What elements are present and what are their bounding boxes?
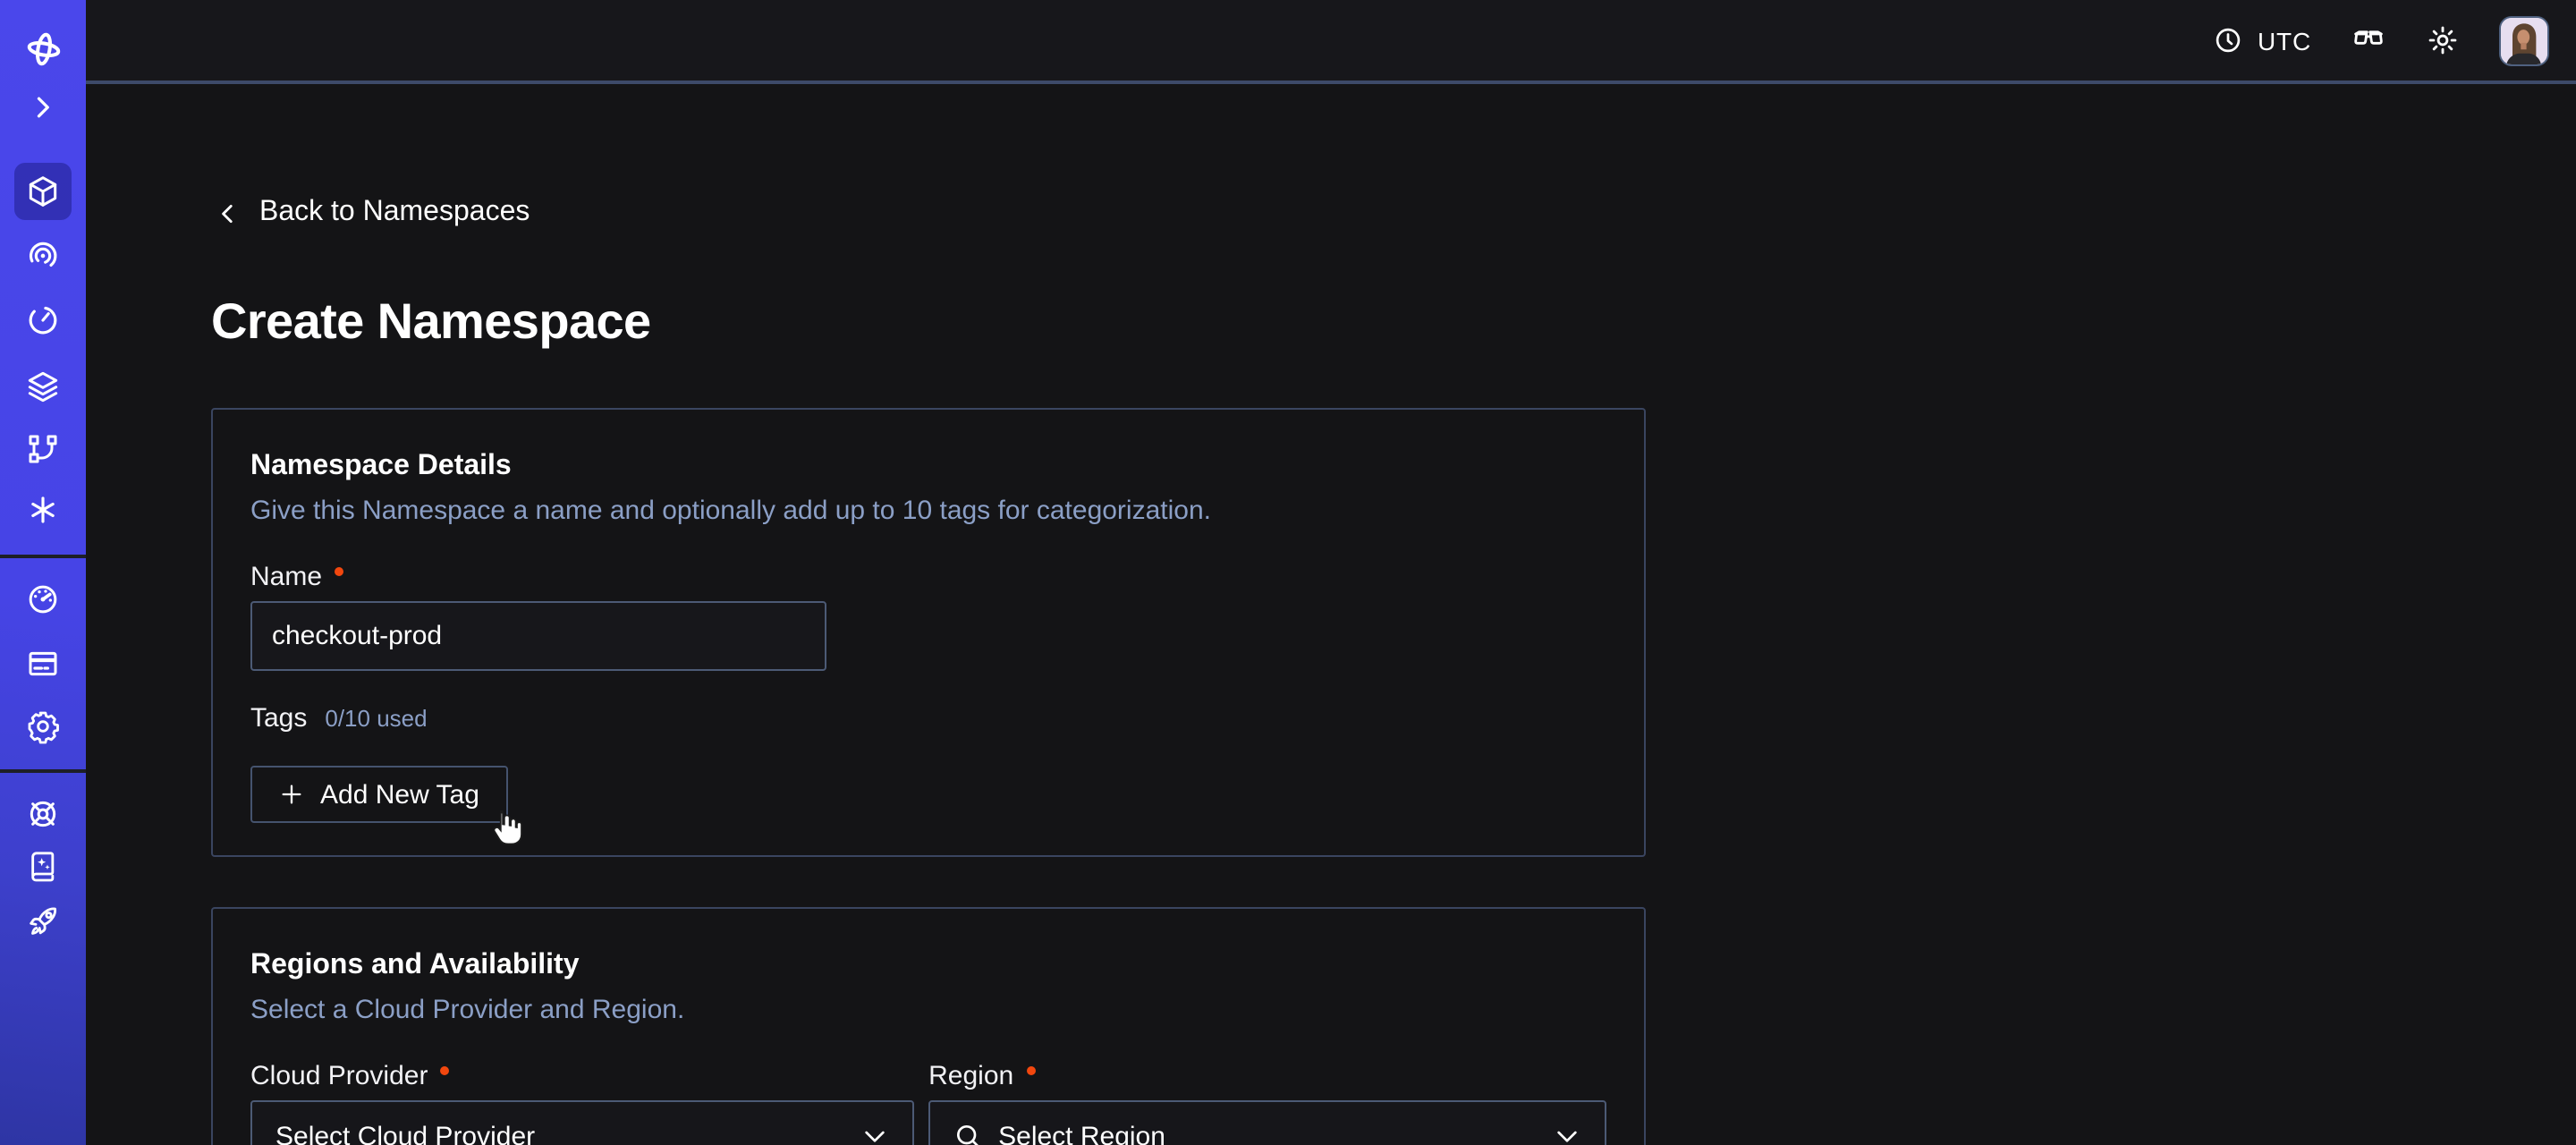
sidebar-item-getting-started[interactable] bbox=[14, 893, 72, 950]
cloud-provider-label: Cloud Provider bbox=[250, 1060, 428, 1090]
back-to-namespaces-link[interactable]: Back to Namespaces bbox=[216, 197, 530, 229]
page-title: Create Namespace bbox=[211, 293, 651, 351]
sidebar-item-support[interactable] bbox=[14, 785, 72, 843]
tags-label: Tags bbox=[250, 703, 307, 734]
namespace-name-input[interactable] bbox=[250, 601, 826, 671]
sidebar-item-namespaces[interactable] bbox=[14, 163, 72, 220]
regions-availability-card: Regions and Availability Select a Cloud … bbox=[211, 907, 1646, 1145]
required-dot bbox=[440, 1065, 449, 1074]
add-new-tag-label: Add New Tag bbox=[320, 779, 479, 810]
add-new-tag-button[interactable]: Add New Tag bbox=[250, 766, 508, 823]
name-label-row: Name bbox=[250, 558, 1606, 594]
name-label: Name bbox=[250, 561, 322, 591]
region-label: Region bbox=[928, 1060, 1013, 1090]
card-title: Regions and Availability bbox=[250, 948, 1606, 984]
temporal-logo[interactable] bbox=[14, 20, 72, 77]
sidebar bbox=[0, 0, 86, 1145]
sidebar-item-usage[interactable] bbox=[14, 571, 72, 628]
user-avatar[interactable] bbox=[2499, 15, 2549, 65]
search-icon bbox=[953, 1122, 982, 1145]
region-label-row: Region bbox=[928, 1057, 1606, 1093]
sidebar-item-settings[interactable] bbox=[14, 698, 72, 755]
wheel-icon bbox=[25, 796, 61, 832]
branch-icon bbox=[25, 431, 61, 467]
create-namespace-page: UTC bbox=[0, 0, 2576, 1145]
sidebar-item-nexus[interactable] bbox=[14, 481, 72, 539]
timezone-label: UTC bbox=[2258, 26, 2311, 55]
back-link-label: Back to Namespaces bbox=[259, 197, 530, 229]
chevron-left-icon bbox=[216, 199, 240, 226]
gauge-icon bbox=[25, 581, 61, 617]
sidebar-item-layers[interactable] bbox=[14, 358, 72, 415]
chevron-down-icon bbox=[860, 1122, 889, 1145]
labs-mode-button[interactable] bbox=[2351, 22, 2386, 58]
chevron-down-icon bbox=[1553, 1122, 1581, 1145]
spiral-icon bbox=[25, 238, 61, 274]
sidebar-item-workflows[interactable] bbox=[14, 227, 72, 284]
chevron-right-icon bbox=[27, 91, 59, 123]
glasses-icon bbox=[2351, 22, 2386, 58]
plus-icon bbox=[279, 782, 304, 807]
temporal-logo-icon bbox=[22, 28, 64, 69]
topbar-actions: UTC bbox=[2213, 0, 2549, 81]
sidebar-item-deployments[interactable] bbox=[14, 420, 72, 478]
required-dot bbox=[1026, 1065, 1035, 1074]
gear-icon bbox=[25, 708, 61, 744]
cloud-provider-placeholder: Select Cloud Provider bbox=[275, 1121, 535, 1145]
tags-label-row: Tags 0/10 used bbox=[250, 703, 1606, 739]
namespace-details-card: Namespace Details Give this Namespace a … bbox=[211, 408, 1646, 857]
clock-icon bbox=[2213, 25, 2243, 55]
required-dot bbox=[335, 566, 343, 575]
avatar-image bbox=[2501, 17, 2547, 64]
timezone-button[interactable]: UTC bbox=[2213, 25, 2311, 55]
sidebar-item-billing[interactable] bbox=[14, 635, 72, 692]
rocket-icon bbox=[25, 903, 61, 939]
cloud-provider-select[interactable]: Select Cloud Provider bbox=[250, 1100, 914, 1145]
sidebar-divider bbox=[0, 769, 86, 773]
theme-toggle-button[interactable] bbox=[2426, 23, 2460, 57]
asterisk-icon bbox=[25, 492, 61, 528]
region-form-columns: Cloud Provider Select Cloud Provider Reg… bbox=[250, 1057, 1606, 1145]
cube-icon bbox=[25, 174, 61, 209]
sidebar-divider bbox=[0, 555, 86, 558]
layers-icon bbox=[25, 369, 61, 404]
timer-icon bbox=[25, 302, 61, 338]
tags-counter: 0/10 used bbox=[325, 705, 427, 732]
cloud-provider-field: Cloud Provider Select Cloud Provider bbox=[250, 1057, 914, 1145]
card-title: Namespace Details bbox=[250, 449, 1606, 485]
book-sparkle-icon bbox=[25, 848, 61, 884]
sun-icon bbox=[2426, 23, 2460, 57]
card-subtitle: Give this Namespace a name and optionall… bbox=[250, 494, 1606, 530]
cloud-provider-label-row: Cloud Provider bbox=[250, 1057, 914, 1093]
sidebar-item-docs[interactable] bbox=[14, 837, 72, 895]
sidebar-item-schedules[interactable] bbox=[14, 292, 72, 349]
region-placeholder: Select Region bbox=[998, 1121, 1165, 1145]
region-select[interactable]: Select Region bbox=[928, 1100, 1606, 1145]
sidebar-expand-button[interactable] bbox=[14, 79, 72, 136]
region-field: Region Select Region bbox=[928, 1057, 1606, 1145]
billing-panel-icon bbox=[25, 646, 61, 682]
topbar: UTC bbox=[86, 0, 2576, 84]
card-subtitle: Select a Cloud Provider and Region. bbox=[250, 993, 1606, 1029]
